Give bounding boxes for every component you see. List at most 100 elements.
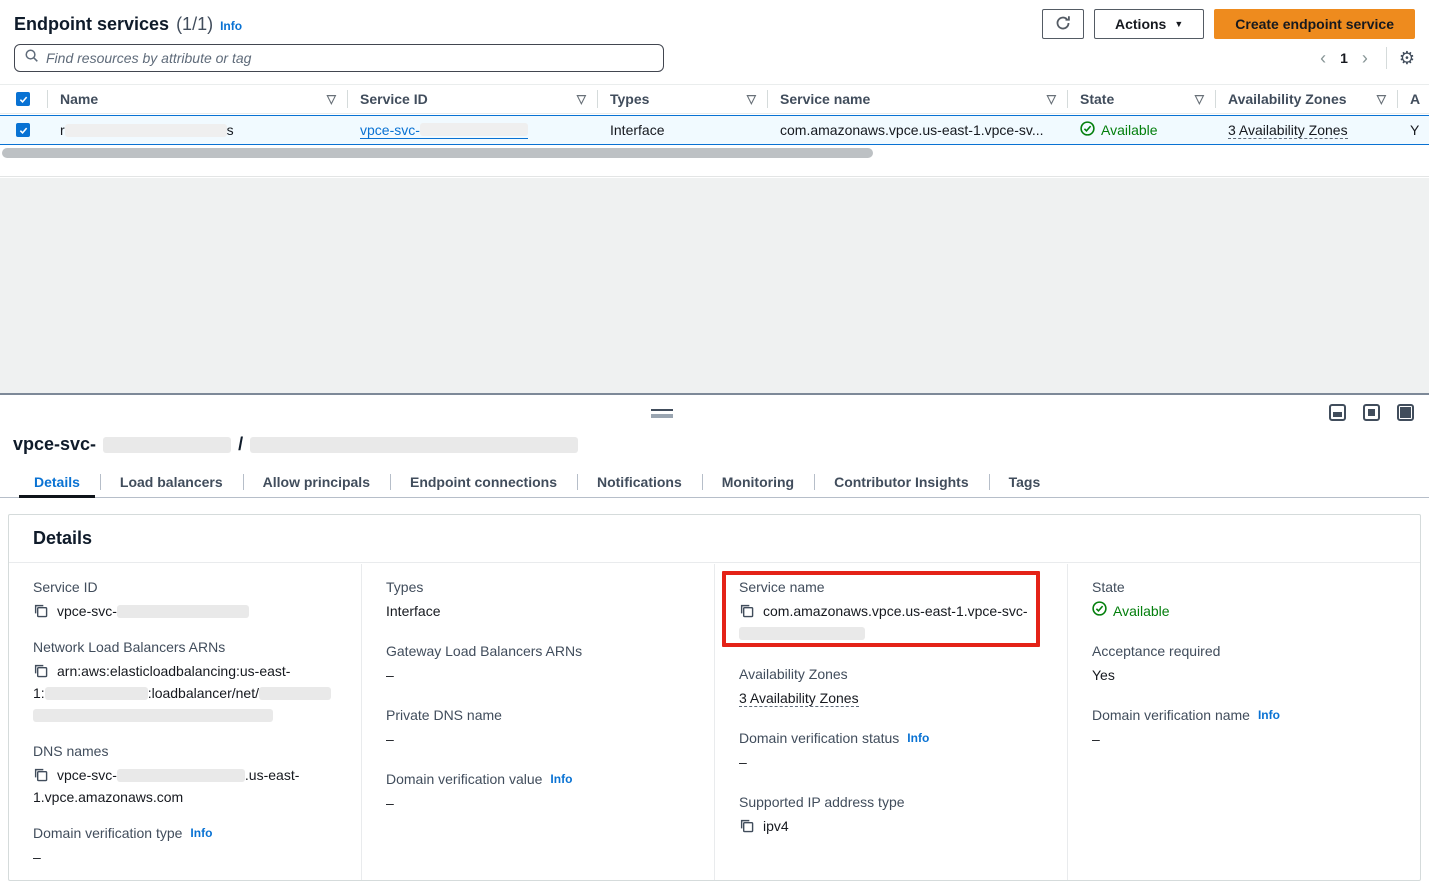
redacted-name [65,124,227,137]
panel-size-half-icon[interactable] [1363,404,1380,421]
pagination-divider [1386,47,1387,69]
field-types: Types Interface [386,579,690,622]
field-gateway-load-balancers-arns: Gateway Load Balancers ARNs – [386,643,690,686]
field-label: Private DNS name [386,707,690,723]
pagination: ‹ 1 › ⚙ [1314,47,1415,69]
title-info-link[interactable]: Info [220,19,242,33]
cell-name-partial-start: r [60,122,65,138]
column-header-service-name[interactable]: Service name ▽ [768,85,1068,113]
field-domain-verification-type: Domain verification type Info – [33,825,337,868]
page-number[interactable]: 1 [1332,50,1356,66]
tab-notifications[interactable]: Notifications [577,467,702,497]
detail-split-panel: vpce-svc- / Details Load balancers Allow… [0,393,1429,886]
sort-icon[interactable]: ▽ [1377,92,1386,106]
column-header-availability-zones[interactable]: Availability Zones ▽ [1216,85,1398,113]
sort-icon[interactable]: ▽ [1047,92,1056,106]
info-link[interactable]: Info [550,772,572,786]
field-label: Domain verification type [33,825,182,841]
tab-allow-principals[interactable]: Allow principals [243,467,390,497]
select-all-checkbox[interactable] [16,92,30,106]
tab-contributor-insights[interactable]: Contributor Insights [814,467,989,497]
prev-page-icon[interactable]: ‹ [1314,49,1332,67]
table-row[interactable]: r s vpce-svc- Interface com.amazonaws.vp… [0,115,1429,145]
availability-zones-popover-trigger[interactable]: 3 Availability Zones [739,690,859,707]
info-link[interactable]: Info [1258,708,1280,722]
tab-monitoring[interactable]: Monitoring [702,467,814,497]
copy-icon[interactable] [739,602,754,617]
split-panel-drag-handle[interactable] [651,409,673,418]
field-dns-names: DNS names vpce-svc-.us-east- 1.vpce.amaz… [33,743,337,808]
redacted-account-id [45,687,148,700]
field-supported-ip-address-type: Supported IP address type ipv4 [739,794,1043,837]
refresh-icon [1055,15,1071,34]
status-available-icon [1092,600,1107,622]
redacted-service-name-tail [739,627,865,640]
field-value: – [386,664,690,686]
field-value: arn:aws:elasticloadbalancing:us-east- 1:… [33,660,337,726]
column-header-acceptance-partial[interactable]: A [1398,85,1429,113]
header-actions: Actions ▼ Create endpoint service [1042,9,1415,39]
field-value: – [739,751,1043,773]
cell-service-name-value: com.amazonaws.vpce.us-east-1.vpce-sv... [780,122,1044,138]
tab-tags[interactable]: Tags [989,467,1061,497]
field-label: Supported IP address type [739,794,1043,810]
copy-icon[interactable] [33,662,48,677]
field-value: com.amazonaws.vpce.us-east-1.vpce-svc- [739,600,1043,644]
column-header-state-label: State [1080,91,1114,107]
list-header: Endpoint services (1/1) Info Actions ▼ C… [14,8,1415,40]
field-value: Yes [1092,664,1396,686]
details-column-2: Types Interface Gateway Load Balancers A… [362,564,715,880]
gear-icon[interactable]: ⚙ [1399,48,1415,69]
field-value: Interface [386,600,690,622]
row-checkbox[interactable] [16,123,30,137]
info-link[interactable]: Info [190,826,212,840]
refresh-button[interactable] [1042,9,1084,39]
panel-size-full-icon[interactable] [1397,404,1414,421]
panel-title-separator: / [238,434,243,455]
service-id-link[interactable]: vpce-svc- [360,122,528,139]
column-header-service-id[interactable]: Service ID ▽ [348,85,598,113]
column-header-name[interactable]: Name ▽ [48,85,348,113]
field-label: Domain verification value [386,771,542,787]
actions-button[interactable]: Actions ▼ [1094,9,1204,39]
copy-icon[interactable] [739,817,754,832]
field-value: vpce-svc-.us-east- 1.vpce.amazonaws.com [33,764,337,808]
sort-icon[interactable]: ▽ [1195,92,1204,106]
search-box[interactable] [14,44,664,72]
sort-icon[interactable]: ▽ [327,92,336,106]
column-header-types[interactable]: Types ▽ [598,85,768,113]
info-link[interactable]: Info [907,731,929,745]
panel-size-small-icon[interactable] [1329,404,1346,421]
field-label: Domain verification status [739,730,899,746]
column-header-service-name-label: Service name [780,91,870,107]
redacted-panel-service-name [250,437,578,453]
field-label: Availability Zones [739,666,1043,682]
column-header-state[interactable]: State ▽ [1068,85,1216,113]
horizontal-scrollbar-thumb[interactable] [2,148,873,158]
sort-icon[interactable]: ▽ [747,92,756,106]
cell-types-value: Interface [610,122,664,138]
copy-icon[interactable] [33,766,48,781]
create-endpoint-service-button[interactable]: Create endpoint service [1214,9,1415,39]
cell-acceptance-partial: Y [1398,122,1429,138]
cell-name-partial-end: s [227,122,234,138]
state-value: Available [1113,600,1170,622]
redacted-panel-service-id [103,437,231,453]
split-panel-size-controls [1329,404,1414,421]
field-availability-zones: Availability Zones 3 Availability Zones [739,666,1043,709]
copy-icon[interactable] [33,602,48,617]
details-column-4: State Available Acceptance required Yes [1068,564,1420,880]
tab-details[interactable]: Details [14,467,100,497]
service-id-prefix: vpce-svc- [360,122,420,138]
create-endpoint-service-label: Create endpoint service [1235,16,1394,32]
sort-icon[interactable]: ▽ [577,92,586,106]
tab-endpoint-connections[interactable]: Endpoint connections [390,467,577,497]
tab-load-balancers[interactable]: Load balancers [100,467,243,497]
availability-zones-popover-trigger[interactable]: 3 Availability Zones [1228,122,1348,139]
redacted-lb-name [259,687,331,700]
search-icon [24,48,39,68]
redacted-service-id [420,123,528,136]
cell-state-value: Available [1101,122,1158,138]
search-input[interactable] [46,50,654,66]
next-page-icon[interactable]: › [1356,49,1374,67]
